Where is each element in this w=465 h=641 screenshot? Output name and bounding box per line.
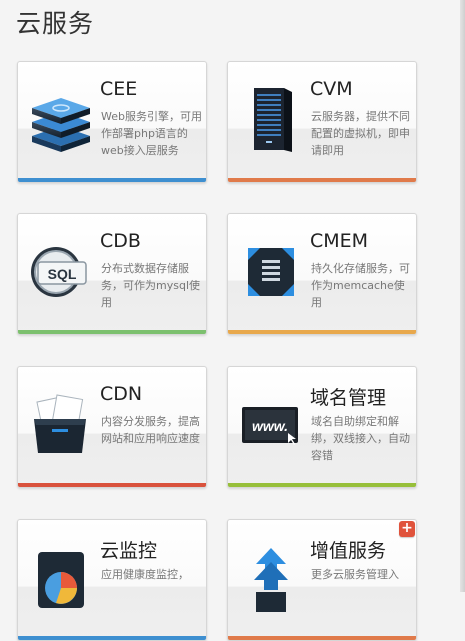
card-description: 内容分发服务，提高网站和应用响应速度 xyxy=(101,415,200,445)
card-accent-bar xyxy=(18,178,206,182)
card-title: CMEM xyxy=(310,230,369,252)
card-accent-bar xyxy=(228,483,416,487)
card-description: 分布式数据存储服务，可作为mysql使用 xyxy=(101,262,200,309)
card-cmem[interactable]: CMEM 持久化存储服务，可作为memcache使用 xyxy=(227,213,417,335)
card-value-added-services[interactable]: 增值服务 更多云服务管理入 xyxy=(227,519,417,641)
svg-text:www.: www. xyxy=(252,418,288,434)
card-accent-bar xyxy=(18,330,206,334)
card-description: Web服务引擎，可用作部署php语言的web接入层服务 xyxy=(101,110,202,157)
card-domain-management[interactable]: www. 域名管理 域名自助绑定和解绑，双线接入，自动容错 xyxy=(227,366,417,488)
card-cdn[interactable]: CDN 内容分发服务，提高网站和应用响应速度 xyxy=(17,366,207,488)
server-stack-icon xyxy=(26,86,96,154)
card-title: 云监控 xyxy=(100,540,158,562)
card-accent-bar xyxy=(228,178,416,182)
www-monitor-icon: www. xyxy=(236,391,306,459)
card-title: CDB xyxy=(100,230,141,252)
card-cee[interactable]: CEE Web服务引擎，可用作部署php语言的web接入层服务 xyxy=(17,61,207,183)
card-accent-bar xyxy=(18,636,206,640)
add-badge-button[interactable]: + xyxy=(399,521,415,537)
card-accent-bar xyxy=(228,330,416,334)
card-description: 更多云服务管理入 xyxy=(311,568,399,581)
memory-cube-icon xyxy=(236,238,306,306)
card-description: 应用健康度监控， xyxy=(101,568,189,581)
card-description: 域名自助绑定和解绑，双线接入，自动容错 xyxy=(311,415,410,462)
sql-database-icon: SQL xyxy=(26,238,96,306)
scrollbar-edge xyxy=(460,0,465,592)
upload-arrows-icon xyxy=(236,544,306,612)
card-description: 持久化存储服务，可作为memcache使用 xyxy=(311,262,410,309)
card-cvm[interactable]: CVM 云服务器，提供不同配置的虚拟机，即申请即用 xyxy=(227,61,417,183)
svg-text:SQL: SQL xyxy=(48,266,77,282)
card-cdb[interactable]: SQL CDB 分布式数据存储服务，可作为mysql使用 xyxy=(17,213,207,335)
server-tower-icon xyxy=(236,86,306,154)
card-title: CVM xyxy=(310,78,353,100)
card-accent-bar xyxy=(228,636,416,640)
card-cloud-monitoring[interactable]: 云监控 应用健康度监控， xyxy=(17,519,207,641)
card-accent-bar xyxy=(18,483,206,487)
card-title: CDN xyxy=(100,383,143,405)
card-title: 域名管理 xyxy=(310,387,387,409)
pie-chart-monitor-icon xyxy=(26,544,96,612)
folder-files-icon xyxy=(26,391,96,459)
card-description: 云服务器，提供不同配置的虚拟机，即申请即用 xyxy=(311,110,410,157)
card-title: 增值服务 xyxy=(310,540,387,562)
card-title: CEE xyxy=(100,78,138,100)
page-title: 云服务 xyxy=(16,9,95,38)
